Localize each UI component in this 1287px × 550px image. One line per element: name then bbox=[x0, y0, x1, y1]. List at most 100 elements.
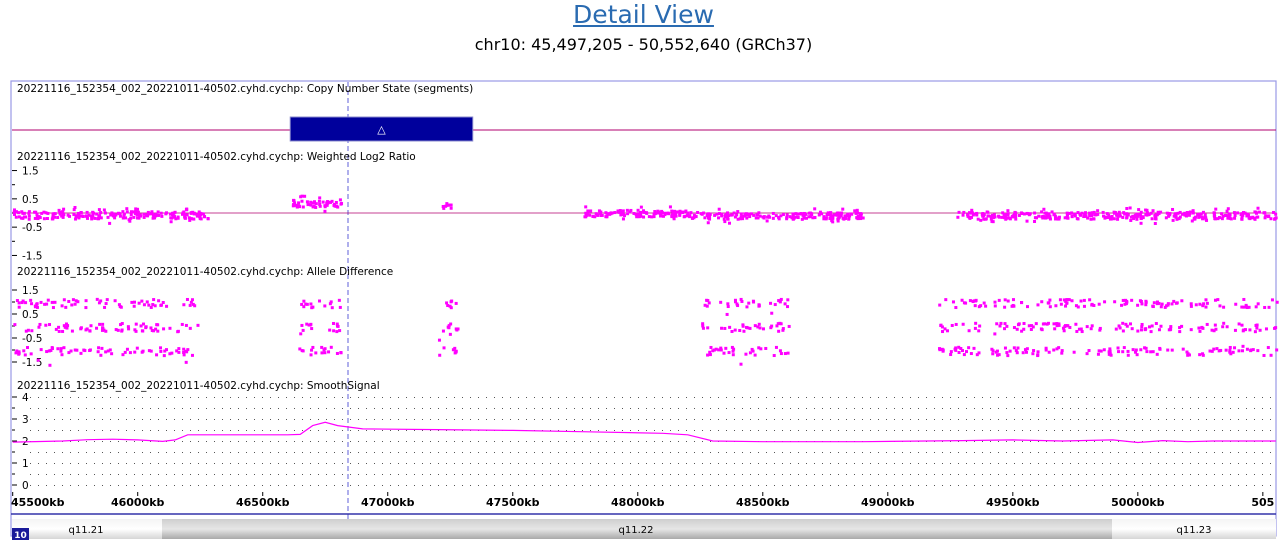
smooth-grid-dot bbox=[286, 408, 287, 409]
allele-point bbox=[162, 354, 166, 358]
smooth-grid-dot bbox=[1190, 408, 1191, 409]
log2-point bbox=[628, 210, 632, 214]
smooth-grid-dot bbox=[926, 397, 927, 398]
smooth-grid-dot bbox=[318, 441, 319, 442]
allele-point bbox=[327, 350, 331, 354]
allele-point bbox=[1029, 327, 1033, 331]
allele-point bbox=[30, 302, 34, 306]
smooth-grid-dot bbox=[462, 463, 463, 464]
log2-point bbox=[745, 213, 749, 217]
smooth-grid-dot bbox=[598, 452, 599, 453]
smooth-grid-dot bbox=[494, 408, 495, 409]
log2-point bbox=[1017, 213, 1021, 217]
log2-point bbox=[134, 207, 138, 211]
smooth-grid-dot bbox=[1110, 430, 1111, 431]
allele-point bbox=[779, 352, 783, 356]
allele-point bbox=[1121, 321, 1125, 325]
smooth-grid-dot bbox=[446, 397, 447, 398]
smooth-grid-dot bbox=[774, 452, 775, 453]
genome-viewer[interactable]: 20221116_152354_002_20221011-40502.cyhd.… bbox=[0, 0, 1287, 550]
smooth-grid-dot bbox=[566, 485, 567, 486]
smooth-grid-dot bbox=[766, 452, 767, 453]
allele-point bbox=[152, 298, 156, 302]
smooth-grid-dot bbox=[982, 463, 983, 464]
smooth-grid-dot bbox=[1174, 485, 1175, 486]
allele-point bbox=[1113, 300, 1117, 304]
allele-point bbox=[769, 301, 773, 305]
allele-point bbox=[145, 300, 149, 304]
allele-point bbox=[999, 321, 1003, 325]
log2-point bbox=[1122, 211, 1126, 215]
log2-point bbox=[330, 199, 334, 203]
smooth-grid-dot bbox=[670, 419, 671, 420]
smooth-grid-dot bbox=[846, 485, 847, 486]
smooth-grid-dot bbox=[446, 408, 447, 409]
log2-point bbox=[102, 208, 106, 212]
allele-point bbox=[741, 324, 745, 328]
allele-point bbox=[157, 299, 161, 303]
smooth-grid-dot bbox=[1270, 485, 1271, 486]
smooth-grid-dot bbox=[1134, 485, 1135, 486]
smooth-grid-dot bbox=[166, 474, 167, 475]
smooth-grid-dot bbox=[382, 463, 383, 464]
smooth-grid-dot bbox=[766, 408, 767, 409]
allele-point bbox=[134, 322, 138, 326]
smooth-grid-dot bbox=[366, 441, 367, 442]
smooth-grid-dot bbox=[806, 474, 807, 475]
smooth-grid-dot bbox=[926, 463, 927, 464]
smooth-grid-dot bbox=[814, 397, 815, 398]
allele-point bbox=[309, 302, 313, 306]
log2-point bbox=[1151, 209, 1155, 213]
smooth-grid-dot bbox=[566, 419, 567, 420]
viewer-frame bbox=[10, 80, 1277, 537]
allele-point bbox=[168, 352, 172, 356]
smooth-grid-dot bbox=[590, 474, 591, 475]
smooth-grid-dot bbox=[142, 408, 143, 409]
log2-point bbox=[652, 215, 656, 219]
smooth-grid-dot bbox=[70, 408, 71, 409]
smooth-grid-dot bbox=[934, 430, 935, 431]
allele-point bbox=[774, 345, 778, 349]
smooth-grid-dot bbox=[78, 463, 79, 464]
smooth-grid-dot bbox=[1182, 485, 1183, 486]
log2-point bbox=[848, 214, 852, 218]
allele-point bbox=[725, 312, 729, 316]
smooth-grid-dot bbox=[1022, 474, 1023, 475]
smooth-grid-dot bbox=[382, 485, 383, 486]
smooth-grid-dot bbox=[1182, 397, 1183, 398]
allele-point bbox=[1134, 348, 1138, 352]
smooth-grid-dot bbox=[366, 463, 367, 464]
allele-point bbox=[1242, 297, 1246, 301]
smooth-grid-dot bbox=[934, 397, 935, 398]
allele-point bbox=[1219, 348, 1223, 352]
allele-point bbox=[144, 326, 148, 330]
smooth-grid-dot bbox=[902, 485, 903, 486]
smooth-grid-dot bbox=[878, 474, 879, 475]
smooth-grid-dot bbox=[550, 408, 551, 409]
smooth-grid-dot bbox=[958, 408, 959, 409]
smooth-grid-dot bbox=[430, 485, 431, 486]
allele-point bbox=[29, 352, 33, 356]
smooth-grid-dot bbox=[710, 441, 711, 442]
smooth-grid-dot bbox=[966, 485, 967, 486]
smooth-grid-dot bbox=[150, 430, 151, 431]
smooth-grid-dot bbox=[342, 463, 343, 464]
allele-point bbox=[777, 299, 781, 303]
allele-point bbox=[951, 300, 955, 304]
smooth-grid-dot bbox=[382, 419, 383, 420]
allele-point bbox=[1253, 330, 1257, 334]
smooth-grid-dot bbox=[638, 441, 639, 442]
log2-point bbox=[672, 217, 676, 221]
smooth-grid-dot bbox=[902, 419, 903, 420]
smooth-grid-dot bbox=[870, 463, 871, 464]
allele-point bbox=[1047, 350, 1051, 354]
smooth-grid-dot bbox=[70, 430, 71, 431]
smooth-grid-dot bbox=[686, 474, 687, 475]
allele-point bbox=[720, 326, 724, 330]
smooth-grid-dot bbox=[958, 474, 959, 475]
allele-point bbox=[954, 322, 958, 326]
chromosome-ideogram[interactable]: q11.21 q11.22 q11.23 10 bbox=[11, 513, 1276, 541]
smooth-grid-dot bbox=[542, 485, 543, 486]
smooth-grid-dot bbox=[510, 397, 511, 398]
log2-point bbox=[1067, 211, 1071, 215]
